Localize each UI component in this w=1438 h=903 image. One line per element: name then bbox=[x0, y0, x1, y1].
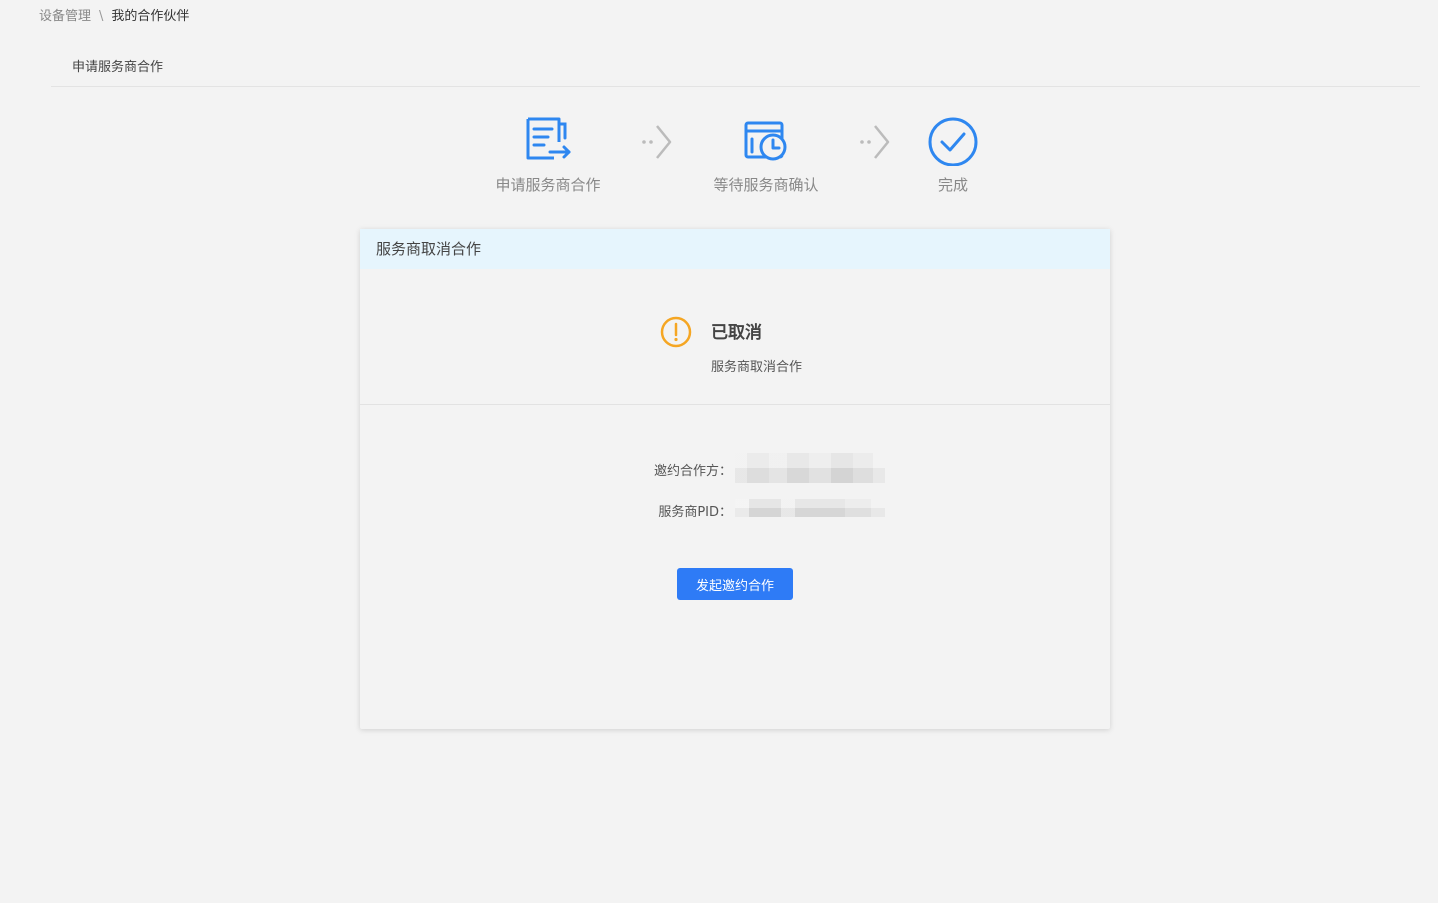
section-header: 申请服务商合作 bbox=[51, 48, 1420, 87]
status-section: 已取消 服务商取消合作 bbox=[360, 269, 1110, 405]
warning-icon bbox=[660, 316, 692, 348]
inviting-party-value bbox=[735, 453, 885, 483]
step-arrow-icon bbox=[860, 125, 890, 159]
card-header: 服务商取消合作 bbox=[360, 229, 1110, 269]
provider-pid-value bbox=[735, 499, 885, 517]
status-description: 服务商取消合作 bbox=[711, 360, 803, 375]
breadcrumb-separator: \ bbox=[99, 9, 104, 24]
info-row-inviting-party: 邀约合作方： bbox=[360, 453, 1110, 483]
cooperation-status-card: 服务商取消合作 已取消 服务商取消合作 邀约合作方： 服务商PID： 发起邀约合… bbox=[360, 229, 1110, 729]
step-complete: 完成 bbox=[917, 114, 989, 195]
initiate-invitation-button[interactable]: 发起邀约合作 bbox=[677, 568, 793, 600]
check-circle-icon bbox=[928, 117, 978, 166]
step-complete-label: 完成 bbox=[937, 176, 968, 194]
step-apply: 申请服务商合作 bbox=[483, 114, 613, 195]
provider-pid-label: 服务商PID： bbox=[658, 505, 732, 520]
apply-document-icon bbox=[526, 117, 571, 160]
info-row-provider-pid: 服务商PID： bbox=[360, 494, 1110, 524]
step-arrow-icon bbox=[642, 125, 672, 159]
step-waiting-label: 等待服务商确认 bbox=[713, 176, 819, 194]
breadcrumb: 设备管理 \ 我的合作伙伴 bbox=[39, 8, 189, 26]
breadcrumb-current: 我的合作伙伴 bbox=[111, 9, 190, 24]
step-progress: 申请服务商合作 等待服务商确认 完成 bbox=[0, 114, 1438, 204]
step-apply-label: 申请服务商合作 bbox=[495, 176, 601, 194]
inviting-party-label: 邀约合作方： bbox=[653, 464, 732, 479]
section-title: 申请服务商合作 bbox=[72, 60, 164, 75]
step-waiting: 等待服务商确认 bbox=[703, 114, 829, 195]
status-title: 已取消 bbox=[711, 323, 762, 343]
breadcrumb-device-management[interactable]: 设备管理 bbox=[39, 8, 91, 26]
calendar-clock-icon bbox=[744, 121, 787, 161]
